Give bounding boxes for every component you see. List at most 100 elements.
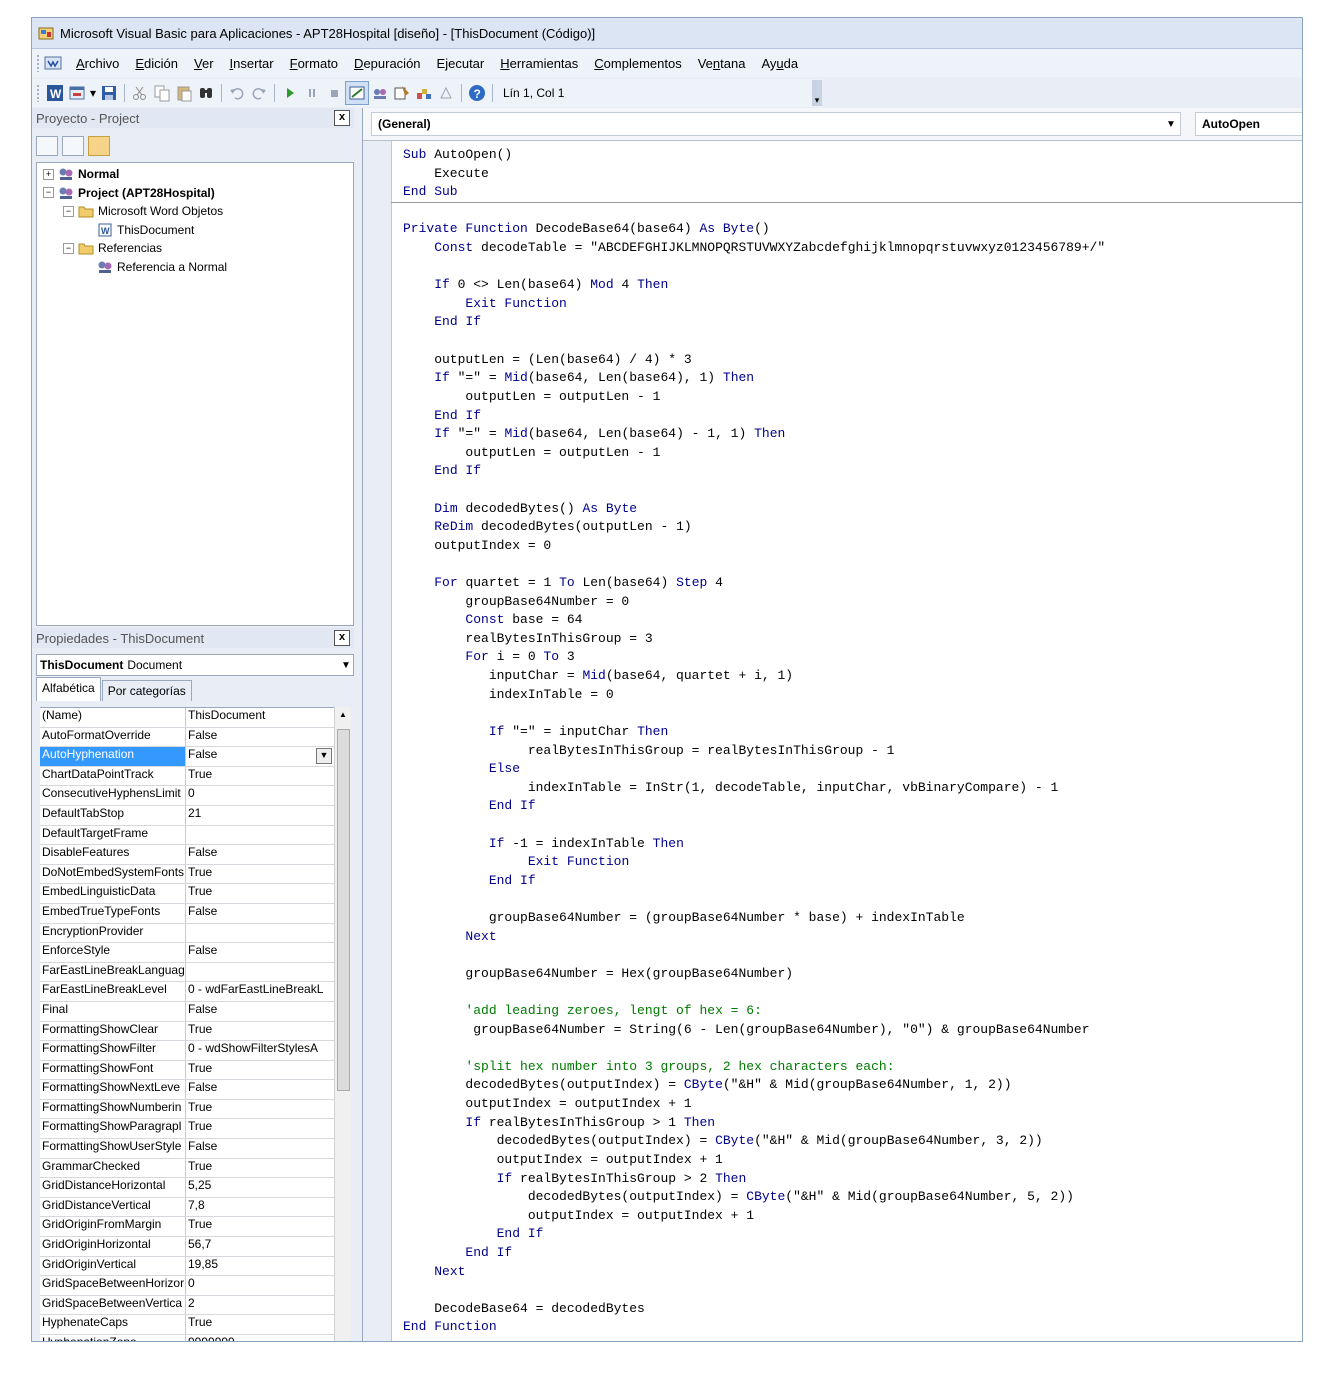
property-value[interactable]: True	[186, 1100, 334, 1119]
property-row[interactable]: GridOriginVertical 19,85	[40, 1256, 334, 1277]
chevron-down-icon[interactable]: ▼	[1162, 119, 1180, 130]
pause-icon[interactable]	[301, 82, 323, 104]
toolbox-icon[interactable]	[435, 82, 457, 104]
toolbar-options-icon[interactable]: ▾	[812, 80, 822, 106]
chevron-down-icon[interactable]: ▼	[339, 660, 353, 671]
code-line[interactable]: Exit Function	[403, 295, 1302, 314]
property-value[interactable]: False	[186, 1139, 334, 1158]
save-icon[interactable]	[98, 82, 120, 104]
tree-node[interactable]: − Project (APT28Hospital)	[43, 184, 215, 202]
property-value[interactable]: True	[186, 1159, 334, 1178]
property-value[interactable]: 2	[186, 1296, 334, 1315]
copy-icon[interactable]	[151, 82, 173, 104]
reset-icon[interactable]	[323, 82, 345, 104]
code-line[interactable]	[403, 704, 1302, 723]
property-row[interactable]: FarEastLineBreakLevel 0 - wdFarEastLineBr…	[40, 982, 334, 1002]
code-line[interactable]	[403, 816, 1302, 835]
code-line[interactable]: realBytesInThisGroup = 3	[403, 630, 1302, 649]
code-line[interactable]: groupBase64Number = 0	[403, 593, 1302, 612]
code-line[interactable]: inputChar = Mid(base64, quartet + i, 1)	[403, 667, 1302, 686]
code-line[interactable]: If -1 = indexInTable Then	[403, 835, 1302, 854]
design-mode-icon[interactable]	[345, 81, 369, 105]
property-value[interactable]: 5,25	[186, 1178, 334, 1197]
property-row[interactable]: GridSpaceBetweenHorizor 0	[40, 1276, 334, 1296]
run-icon[interactable]	[279, 82, 301, 104]
property-row[interactable]: FarEastLineBreakLanguag	[40, 962, 334, 983]
margin-indicator-bar[interactable]	[363, 141, 392, 1341]
code-line[interactable]: outputIndex = 0	[403, 537, 1302, 556]
property-value[interactable]: False	[186, 728, 334, 747]
code-line[interactable]: Const base = 64	[403, 611, 1302, 630]
property-value[interactable]: False ▼	[186, 747, 334, 766]
property-value[interactable]: False	[186, 1080, 334, 1099]
property-row[interactable]: AutoHyphenation False ▼	[40, 747, 334, 767]
code-line[interactable]: Next	[403, 1263, 1302, 1282]
menu-item-ver[interactable]: Ver	[186, 54, 222, 73]
code-line[interactable]: End If	[403, 797, 1302, 816]
procedure-combo[interactable]: AutoOpen	[1195, 112, 1302, 136]
property-value[interactable]: True	[186, 1022, 334, 1041]
project-explorer-icon[interactable]	[369, 82, 391, 104]
property-value[interactable]: ThisDocument	[186, 708, 334, 727]
code-line[interactable]	[403, 946, 1302, 965]
view-object-icon[interactable]	[62, 136, 84, 156]
property-row[interactable]: ConsecutiveHyphensLimit 0	[40, 786, 334, 806]
property-row[interactable]: DefaultTabStop 21	[40, 805, 334, 826]
code-line[interactable]	[403, 332, 1302, 351]
property-row[interactable]: FormattingShowNumberin True	[40, 1099, 334, 1120]
property-value[interactable]: True	[186, 884, 334, 903]
property-value[interactable]: 0	[186, 786, 334, 805]
code-line[interactable]: For quartet = 1 To Len(base64) Step 4	[403, 574, 1302, 593]
menu-item-formato[interactable]: Formato	[282, 54, 346, 73]
code-line[interactable]: decodedBytes(outputIndex) = CByte("&H" &…	[403, 1076, 1302, 1095]
collapse-icon[interactable]: −	[63, 242, 74, 254]
object-browser-icon[interactable]	[413, 82, 435, 104]
property-value[interactable]: True	[186, 1119, 334, 1138]
property-row[interactable]: GrammarChecked True	[40, 1158, 334, 1179]
code-line[interactable]: End If	[403, 1244, 1302, 1263]
expand-icon[interactable]: +	[43, 168, 54, 180]
code-line[interactable]: End Sub	[403, 183, 1302, 202]
code-line[interactable]: If "=" = inputChar Then	[403, 723, 1302, 742]
code-line[interactable]: 'split hex number into 3 groups, 2 hex c…	[403, 1058, 1302, 1077]
code-line[interactable]	[403, 258, 1302, 277]
property-value[interactable]: 0	[186, 1276, 334, 1295]
code-line[interactable]: outputIndex = outputIndex + 1	[403, 1207, 1302, 1226]
code-line[interactable]: Sub AutoOpen()	[403, 146, 1302, 165]
code-line[interactable]: outputLen = outputLen - 1	[403, 444, 1302, 463]
menu-item-insertar[interactable]: Insertar	[222, 54, 282, 73]
properties-scrollbar[interactable]: ▲	[334, 707, 351, 1341]
property-row[interactable]: GridDistanceHorizontal 5,25	[40, 1178, 334, 1198]
properties-pane-close-icon[interactable]: x	[334, 630, 350, 646]
property-row[interactable]: DoNotEmbedSystemFonts True	[40, 864, 334, 885]
menu-item-complementos[interactable]: Complementos	[586, 54, 689, 73]
code-line[interactable]: Const decodeTable = "ABCDEFGHIJKLMNOPQRS…	[403, 239, 1302, 258]
tree-node[interactable]: + Normal	[43, 165, 119, 183]
property-value[interactable]: True	[186, 1061, 334, 1080]
code-line[interactable]	[403, 555, 1302, 574]
help-icon[interactable]: ?	[466, 82, 488, 104]
menu-item-ayuda[interactable]: Ayuda	[753, 54, 806, 73]
code-line[interactable]: End If	[403, 462, 1302, 481]
menu-item-herramientas[interactable]: Herramientas	[492, 54, 586, 73]
code-line[interactable]: For i = 0 To 3	[403, 648, 1302, 667]
property-row[interactable]: EmbedLinguisticData True	[40, 884, 334, 904]
code-line[interactable]: If realBytesInThisGroup > 2 Then	[403, 1170, 1302, 1189]
property-value[interactable]: True	[186, 1217, 334, 1236]
tab-por-categorias[interactable]: Por categorías	[101, 680, 192, 701]
code-line[interactable]	[403, 983, 1302, 1002]
code-line[interactable]: Private Function DecodeBase64(base64) As…	[403, 220, 1302, 239]
undo-icon[interactable]	[226, 82, 248, 104]
dropdown-arrow-icon[interactable]: ▾	[88, 82, 98, 104]
property-row[interactable]: EmbedTrueTypeFonts False	[40, 903, 334, 924]
menu-item-archivo[interactable]: Archivo	[68, 54, 127, 73]
property-value[interactable]: 7,8	[186, 1198, 334, 1217]
property-row[interactable]: EnforceStyle False	[40, 943, 334, 963]
property-value[interactable]: True	[186, 1315, 334, 1334]
property-value[interactable]	[186, 826, 334, 845]
toolbar-grip-icon[interactable]	[36, 84, 40, 102]
tab-alfabetica[interactable]: Alfabética	[36, 677, 101, 701]
code-line[interactable]: outputIndex = outputIndex + 1	[403, 1151, 1302, 1170]
tree-node[interactable]: − Microsoft Word Objetos	[63, 202, 223, 220]
properties-window-icon[interactable]	[391, 82, 413, 104]
